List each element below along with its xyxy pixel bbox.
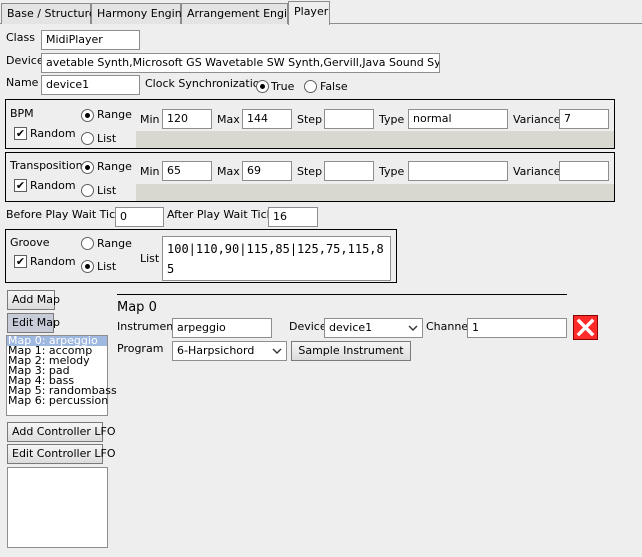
class-label: Class — [6, 31, 35, 44]
tab-player[interactable]: Player — [288, 1, 330, 25]
transposition-title: Transposition — [10, 159, 83, 172]
tab-arrangement-engine[interactable]: Arrangement Engine — [181, 3, 301, 24]
transposition-strip — [136, 184, 614, 201]
after-wait-field[interactable]: 16 — [268, 207, 318, 227]
bpm-list-label: List — [97, 132, 117, 145]
groove-range-label: Range — [97, 237, 132, 250]
clock-true-radio[interactable] — [256, 80, 269, 93]
bpm-min-label: Min — [140, 113, 160, 126]
device-label: Device — [6, 54, 44, 67]
sample-instrument-button[interactable]: Sample Instrument — [291, 341, 411, 361]
transposition-variance-label: Variance — [513, 165, 561, 178]
bpm-step-label: Step — [297, 113, 323, 126]
close-icon — [576, 318, 595, 337]
bpm-variance-label: Variance — [513, 113, 561, 126]
name-field[interactable]: device1 — [41, 75, 140, 95]
name-label: Name — [6, 76, 39, 89]
before-wait-label: Before Play Wait Ticks — [6, 208, 128, 221]
clock-true-label: True — [271, 80, 295, 93]
clock-sync-label: Clock Synchronization — [145, 77, 267, 90]
bpm-max-label: Max — [217, 113, 240, 126]
transposition-type-field[interactable] — [408, 161, 508, 181]
chevron-down-icon — [408, 325, 418, 331]
groove-range-radio[interactable] — [81, 237, 94, 250]
edit-map-button[interactable]: Edit Map — [7, 313, 60, 333]
bpm-step-field[interactable] — [324, 109, 374, 129]
tab-bar: Base / Structure Harmony Engine Arrangem… — [0, 0, 642, 25]
instrument-label: Instrument — [117, 320, 178, 333]
map-device-value: device1 — [329, 321, 373, 334]
program-select[interactable]: 6-Harpsichord — [172, 341, 287, 361]
list-item[interactable]: Map 6: percussion — [7, 395, 108, 406]
bpm-range-radio[interactable] — [81, 109, 94, 122]
bpm-type-label: Type — [379, 113, 405, 126]
map-divider — [117, 294, 567, 295]
bpm-variance-field[interactable]: 7 — [559, 109, 609, 129]
clock-false-radio[interactable] — [304, 80, 317, 93]
transposition-type-label: Type — [379, 165, 405, 178]
after-wait-label: After Play Wait Ticks — [167, 208, 279, 221]
transposition-random-checkbox[interactable]: ✔ — [14, 179, 27, 192]
bpm-strip — [136, 131, 614, 148]
bpm-random-checkbox[interactable]: ✔ — [14, 127, 27, 140]
transposition-random-label: Random — [30, 179, 76, 192]
map-device-label: Device — [289, 320, 327, 333]
controller-lfo-list[interactable] — [7, 467, 108, 548]
groove-random-checkbox[interactable]: ✔ — [14, 255, 27, 268]
transposition-variance-field[interactable] — [559, 161, 609, 181]
tab-harmony-engine[interactable]: Harmony Engine — [91, 3, 188, 24]
bpm-range-label: Range — [97, 108, 132, 121]
chevron-down-icon — [272, 348, 282, 354]
groove-random-label: Random — [30, 255, 76, 268]
clock-false-label: False — [320, 80, 348, 93]
transposition-max-field[interactable]: 69 — [242, 161, 292, 181]
bpm-title: BPM — [10, 107, 34, 120]
program-label: Program — [117, 342, 164, 355]
transposition-max-label: Max — [217, 165, 240, 178]
program-value: 6-Harpsichord — [177, 344, 255, 357]
before-wait-field[interactable]: 0 — [115, 207, 164, 227]
bpm-min-field[interactable]: 120 — [162, 109, 212, 129]
transposition-step-field[interactable] — [324, 161, 374, 181]
delete-map-button[interactable] — [573, 315, 598, 340]
channel-label: Channel — [426, 320, 472, 333]
transposition-step-label: Step — [297, 165, 323, 178]
map-title: Map 0 — [117, 300, 157, 315]
groove-list-field-label: List — [140, 252, 160, 265]
groove-list-radio[interactable] — [81, 260, 94, 273]
instrument-field[interactable]: arpeggio — [172, 318, 272, 338]
groove-list-textarea[interactable]: 100|110,90|115,85|125,75,115,85 — [162, 236, 391, 281]
transposition-range-radio[interactable] — [81, 161, 94, 174]
transposition-range-label: Range — [97, 160, 132, 173]
channel-field[interactable]: 1 — [467, 318, 567, 338]
bpm-random-label: Random — [30, 127, 76, 140]
map-device-select[interactable]: device1 — [324, 318, 423, 338]
device-field[interactable]: avetable Synth,Microsoft GS Wavetable SW… — [41, 53, 440, 73]
bpm-type-field[interactable]: normal — [408, 109, 508, 129]
groove-list-label: List — [97, 260, 117, 273]
add-map-button[interactable]: Add Map — [7, 290, 60, 310]
transposition-list-radio[interactable] — [81, 184, 94, 197]
tab-base-structure[interactable]: Base / Structure — [1, 3, 96, 24]
class-field[interactable]: MidiPlayer — [41, 30, 140, 50]
transposition-min-label: Min — [140, 165, 160, 178]
bpm-list-radio[interactable] — [81, 132, 94, 145]
bpm-max-field[interactable]: 144 — [242, 109, 292, 129]
map-list[interactable]: Map 0: arpeggio Map 1: accomp Map 2: mel… — [6, 335, 117, 416]
groove-title: Groove — [10, 236, 50, 249]
edit-controller-lfo-button[interactable]: Edit Controller LFO — [7, 444, 116, 464]
transposition-min-field[interactable]: 65 — [162, 161, 212, 181]
add-controller-lfo-button[interactable]: Add Controller LFO — [7, 422, 116, 442]
transposition-list-label: List — [97, 184, 117, 197]
